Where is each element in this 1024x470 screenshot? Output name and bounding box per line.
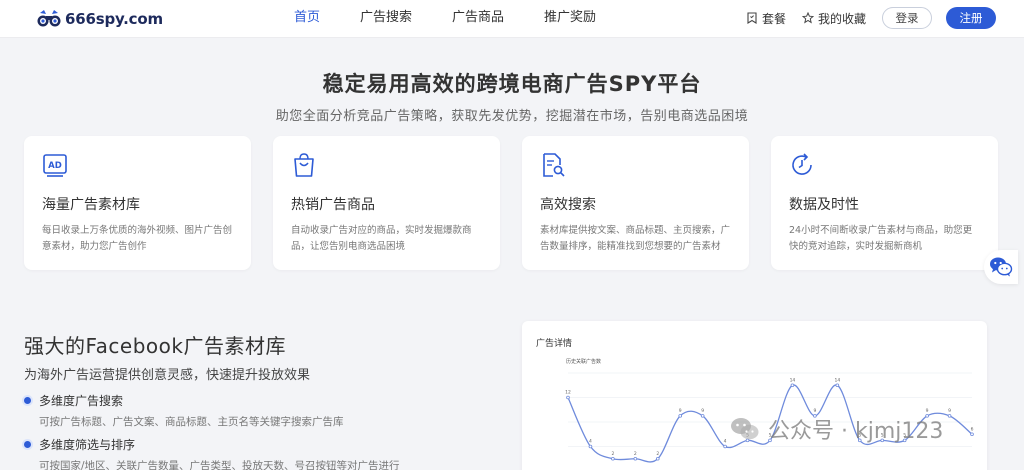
feature-card-hot-products: 热销广告商品 自动收录广告对应的商品，实时发掘爆款商品，让您告别电商选品困境 xyxy=(273,136,500,270)
nav-ad-search[interactable]: 广告搜索 xyxy=(346,0,426,38)
feature-cards: AD 海量广告素材库 每日收录上万条优质的海外视频、图片广告创意素材，助力您广告… xyxy=(24,136,998,270)
chart-data-label: 6 xyxy=(971,426,974,432)
main-nav: 首页 广告搜索 广告商品 推广奖励 xyxy=(280,0,610,38)
binoculars-icon xyxy=(37,9,61,29)
hero-title: 稳定易用高效的跨境电商广告SPY平台 xyxy=(322,72,702,96)
login-button[interactable]: 登录 xyxy=(882,7,932,29)
favorites-link[interactable]: 我的收藏 xyxy=(801,10,866,27)
feature-card-title: 高效搜索 xyxy=(540,197,596,213)
top-navbar: 666spy.com 首页 广告搜索 广告商品 推广奖励 套餐 我的收藏 登录 … xyxy=(0,0,1024,38)
library-feature-desc: 可按国家/地区、关联广告数量、广告类型、投放天数、号召按钮等对广告进行 xyxy=(39,460,400,470)
feature-card-search: 高效搜索 素材库提供按文案、商品标题、主页搜索，广告数量排序，能精准找到您想要的… xyxy=(522,136,749,270)
chart-point[interactable] xyxy=(835,383,840,388)
chart-data-label: 14 xyxy=(834,377,840,383)
chart-data-label: 9 xyxy=(679,408,682,414)
watermark: 公众号 · kjmj123 xyxy=(730,413,943,445)
ad-detail-panel: 广告详情 历史关联广告数 1242229945514914555996 xyxy=(522,321,987,470)
feature-card-desc: 每日收录上万条优质的海外视频、图片广告创意素材，助力您广告创作 xyxy=(42,225,233,252)
nav-referral-rewards[interactable]: 推广奖励 xyxy=(530,0,610,38)
feature-card-desc: 自动收录广告对应的商品，实时发掘爆款商品，让您告别电商选品困境 xyxy=(291,225,472,252)
feature-card-title: 热销广告商品 xyxy=(291,197,375,213)
chart-point[interactable] xyxy=(588,444,593,449)
register-button[interactable]: 注册 xyxy=(946,7,996,29)
wechat-icon xyxy=(731,418,759,440)
library-feature-desc: 可按广告标题、广告文案、商品标题、主页名等关键字搜索广告库 xyxy=(39,416,344,428)
library-title: 强大的Facebook广告素材库 xyxy=(24,334,286,358)
library-subtitle: 为海外广告运营提供创意灵感，快速提升投放效果 xyxy=(24,368,311,383)
chart-data-label: 2 xyxy=(611,451,614,457)
chart-data-label: 4 xyxy=(589,439,592,445)
chart-point[interactable] xyxy=(611,456,615,461)
chart-point[interactable] xyxy=(790,383,795,388)
chart-data-label: 2 xyxy=(634,451,637,457)
chart-point[interactable] xyxy=(678,414,683,418)
feature-card-title: 海量广告素材库 xyxy=(42,197,140,213)
chart-data-label: 14 xyxy=(790,377,796,383)
customer-service-button[interactable] xyxy=(984,250,1018,284)
shopping-bag-icon xyxy=(294,153,314,177)
chart-point[interactable] xyxy=(566,395,570,400)
chart-point[interactable] xyxy=(700,414,705,418)
chart-subtitle: 历史关联广告数 xyxy=(566,358,601,365)
library-feature-title: 多维度广告搜索 xyxy=(39,394,124,408)
star-icon xyxy=(801,12,814,24)
bookmark-shield-icon xyxy=(747,12,757,24)
chart-point[interactable] xyxy=(970,432,974,437)
chart-data-label: 9 xyxy=(948,408,951,414)
plan-label: 套餐 xyxy=(761,11,786,26)
chart-data-label: 4 xyxy=(724,439,727,445)
hero-subtitle: 助您全面分析竞品广告策略，获取先发优势，挖掘潜在市场，告别电商选品困境 xyxy=(275,109,749,124)
chart-data-label: 2 xyxy=(656,451,659,457)
chart-point[interactable] xyxy=(633,456,638,461)
watermark-text: 公众号 · kjmj123 xyxy=(768,419,944,444)
logo[interactable]: 666spy.com xyxy=(37,9,163,29)
feature-card-timeliness: 数据及时性 24小时不间断收录广告素材与商品，助您更快的竞对追踪，实时发掘新商机 xyxy=(771,136,998,270)
feature-card-title: 数据及时性 xyxy=(789,197,859,213)
refresh-clock-icon xyxy=(792,153,812,175)
chart-data-label: 9 xyxy=(701,408,704,414)
ad-count-line-chart: 历史关联广告数 1242229945514914555996 xyxy=(565,358,974,463)
feature-card-desc: 素材库提供按文案、商品标题、主页搜索，广告数量排序，能精准找到您想要的广告素材 xyxy=(540,225,731,252)
svg-text:AD: AD xyxy=(48,161,62,171)
plan-link[interactable]: 套餐 xyxy=(746,10,786,27)
favorites-label: 我的收藏 xyxy=(817,11,866,26)
bullet-dot-icon xyxy=(24,397,31,404)
nav-ad-products[interactable]: 广告商品 xyxy=(438,0,518,38)
feature-card-desc: 24小时不间断收录广告素材与商品，助您更快的竞对追踪，实时发掘新商机 xyxy=(789,225,973,252)
nav-home[interactable]: 首页 xyxy=(280,0,334,38)
chart-point[interactable] xyxy=(655,456,660,461)
chart-data-label: 12 xyxy=(565,390,571,396)
library-feature-title: 多维度筛选与排序 xyxy=(39,438,136,452)
library-feature: 多维度广告搜索 可按广告标题、广告文案、商品标题、主页名等关键字搜索广告库 xyxy=(24,392,344,429)
feature-card-ad-library: AD 海量广告素材库 每日收录上万条优质的海外视频、图片广告创意素材，助力您广告… xyxy=(24,136,251,270)
document-search-icon xyxy=(543,153,565,177)
chart-point[interactable] xyxy=(723,444,727,449)
wechat-icon xyxy=(990,257,1013,277)
bullet-dot-icon xyxy=(24,441,31,448)
ad-icon: AD xyxy=(43,154,67,177)
header-tools: 套餐 我的收藏 登录 注册 xyxy=(746,7,996,29)
chart-point[interactable] xyxy=(947,414,952,418)
logo-text: 666spy.com xyxy=(65,10,163,28)
library-feature: 多维度筛选与排序 可按国家/地区、关联广告数量、广告类型、投放天数、号召按钮等对… xyxy=(24,436,400,470)
